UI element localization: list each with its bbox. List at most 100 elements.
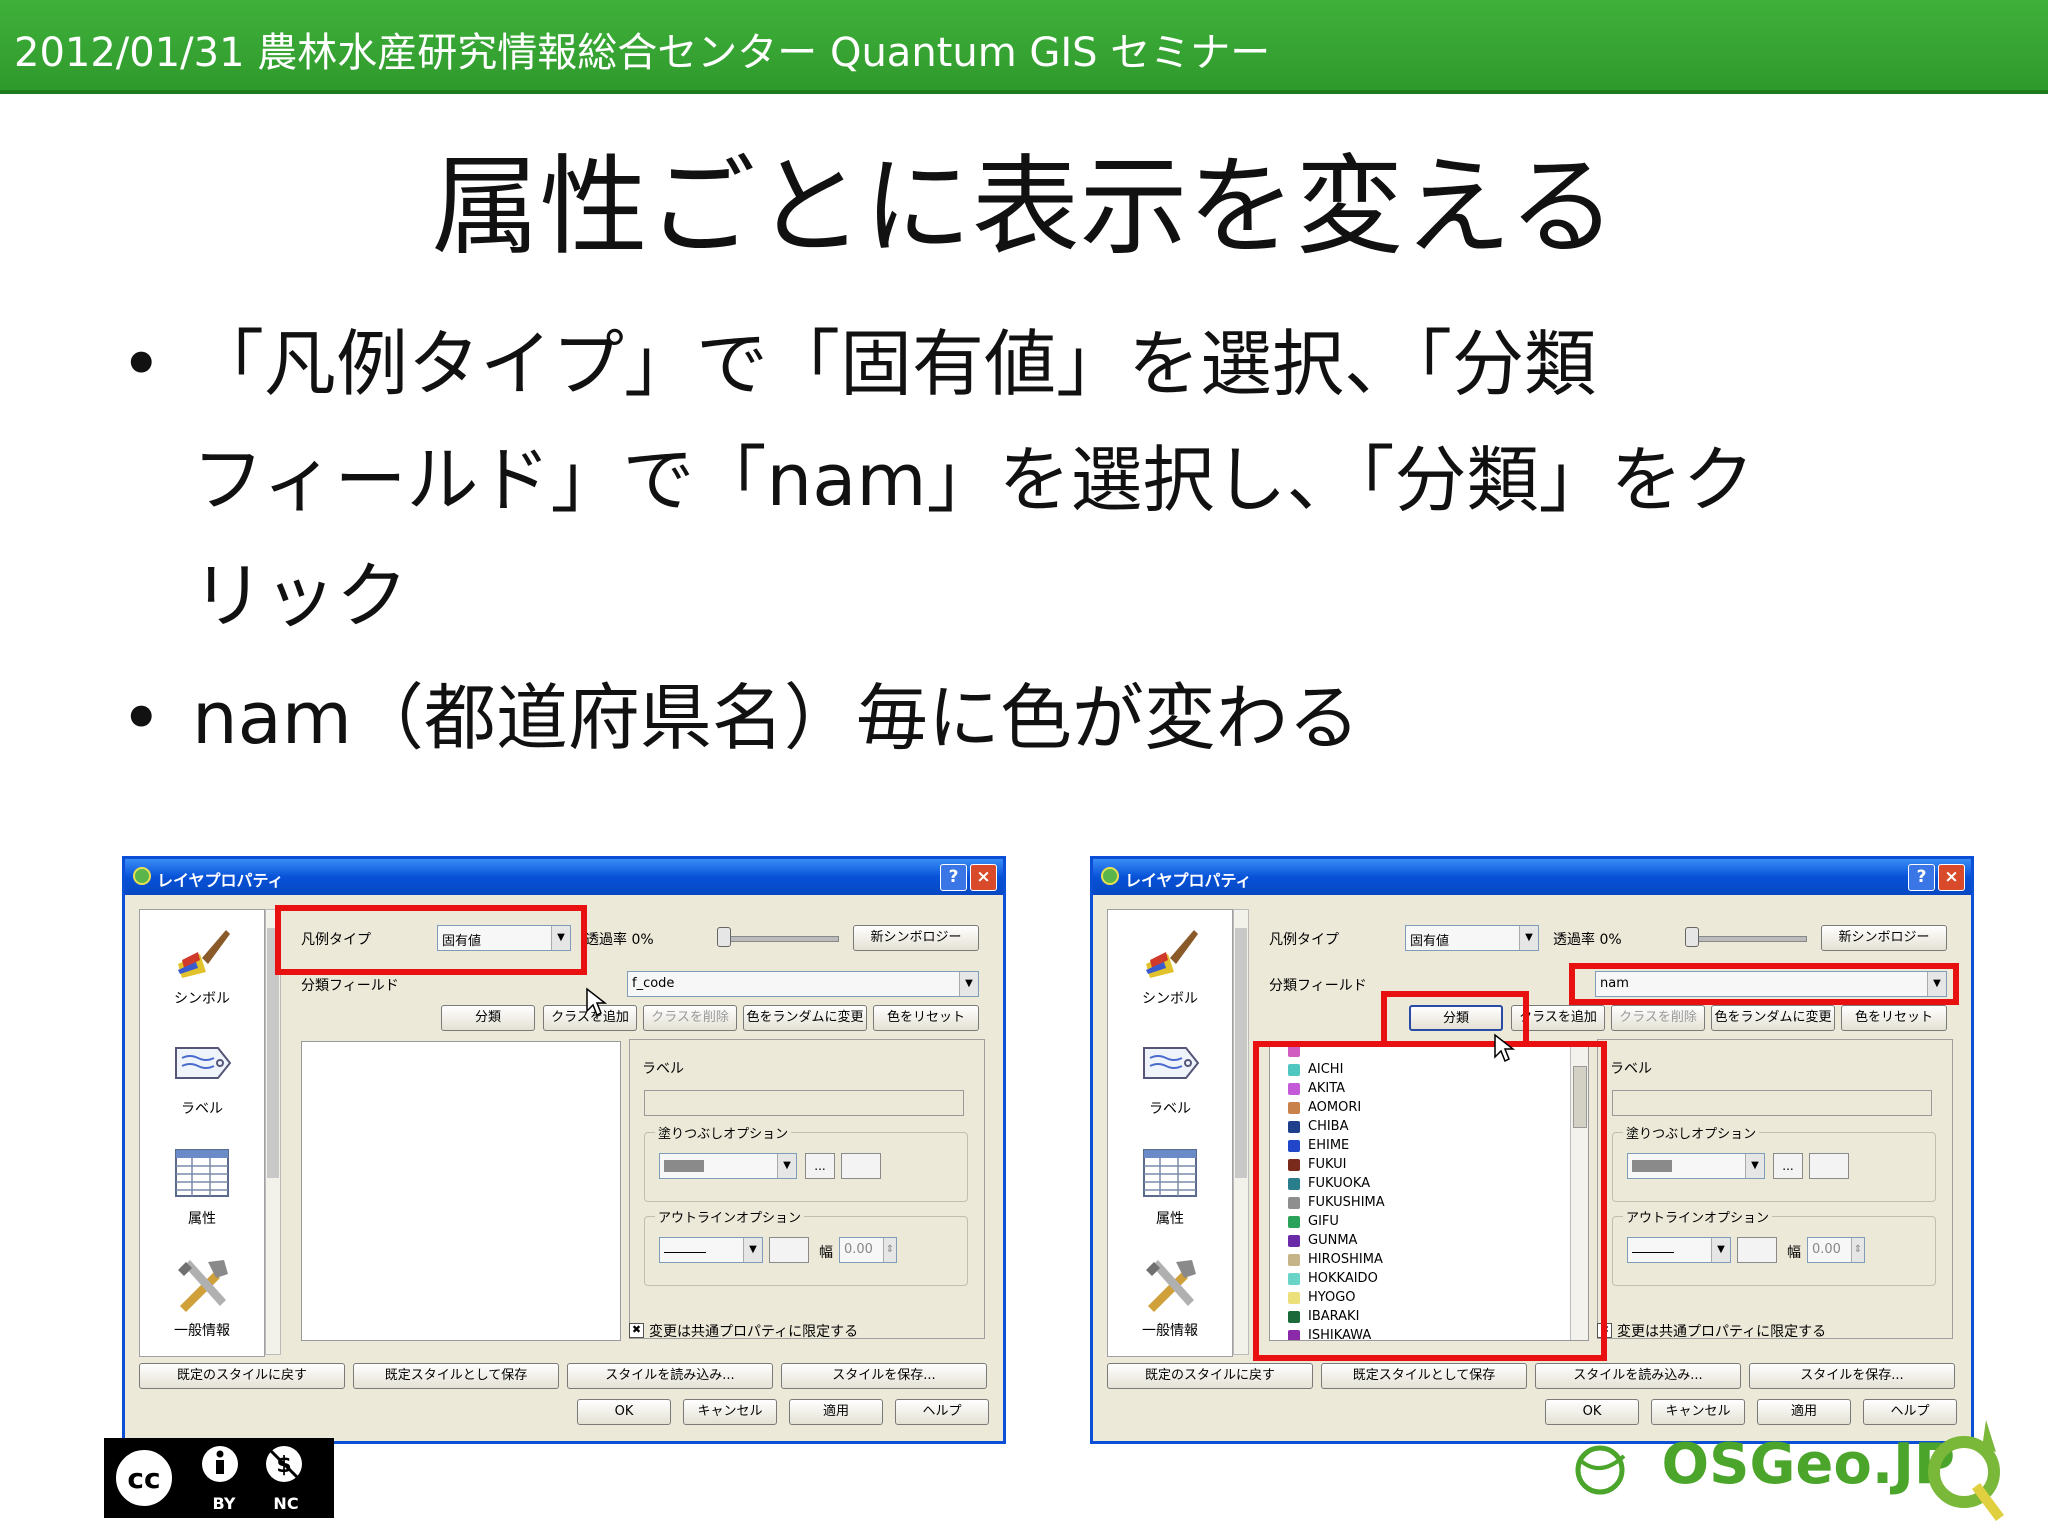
sidebar-label: ラベル	[1149, 1101, 1191, 1117]
save-style-button[interactable]: スタイルを保存...	[1749, 1363, 1955, 1389]
highlight-class-list	[1253, 1041, 1607, 1361]
layer-properties-dialog-left: レイヤプロパティ ? × シンボル ラベル 属性 一般情報 凡例タイプ 固有値 …	[122, 856, 1006, 1444]
apply-button[interactable]: 適用	[789, 1399, 883, 1425]
slide-header-bar: 2012/01/31 農林水産研究情報総合センター Quantum GIS セミ…	[0, 0, 2048, 94]
legend-type-value: 固有値	[1410, 934, 1450, 949]
dialog-title: レイヤプロパティ	[1125, 871, 1252, 890]
sidebar-item-attributes[interactable]: 属性	[1108, 1130, 1232, 1230]
spin-arrows-icon[interactable]: ⇕	[883, 1238, 896, 1262]
classify-button[interactable]: 分類	[441, 1005, 535, 1031]
new-symbology-button[interactable]: 新シンボロジー	[853, 925, 979, 951]
width-spinbox[interactable]: 0.00 ⇕	[839, 1237, 897, 1263]
fill-color-swatch[interactable]	[1809, 1153, 1849, 1179]
outline-options-group: アウトラインオプション ▼ 幅 0.00 ⇕	[1612, 1207, 1936, 1286]
slider-handle[interactable]	[717, 927, 731, 947]
creative-commons-badge: cc $ BY NC	[104, 1438, 334, 1518]
table-icon	[1143, 1149, 1197, 1197]
tools-icon	[178, 1260, 228, 1312]
label-tag-icon	[175, 1047, 232, 1079]
sidebar-label: ラベル	[181, 1101, 223, 1117]
spin-arrows-icon[interactable]: ⇕	[1851, 1238, 1864, 1262]
noncommercial-icon: $	[266, 1446, 302, 1482]
label-heading: ラベル	[1610, 1061, 1652, 1077]
help-button[interactable]: ?	[1908, 864, 1935, 891]
class-properties-panel: ラベル 塗りつぶしオプション ▼ ... アウトラインオプション ▼ 幅 0.0…	[1597, 1039, 1953, 1339]
slider-handle[interactable]	[1685, 927, 1699, 947]
sidebar-item-label[interactable]: ラベル	[140, 1020, 264, 1120]
bullet-1-line1: 「凡例タイプ」で「固有値」を選択、「分類	[192, 322, 1597, 406]
reset-color-button[interactable]: 色をリセット	[1841, 1005, 1947, 1031]
apply-button[interactable]: 適用	[1757, 1399, 1851, 1425]
bullet-dot: •	[120, 322, 163, 406]
outline-style-select[interactable]: ▼	[1627, 1237, 1731, 1263]
outline-color-swatch[interactable]	[769, 1237, 809, 1263]
label-field[interactable]	[1612, 1090, 1932, 1116]
dialog-help-button[interactable]: ヘルプ	[895, 1399, 989, 1425]
fill-color-button[interactable]: ...	[1773, 1153, 1803, 1179]
classify-field-select[interactable]: f_code ▼	[627, 971, 979, 997]
sidebar-scrollbar[interactable]	[1233, 909, 1249, 1355]
cancel-button[interactable]: キャンセル	[1651, 1399, 1745, 1425]
delete-class-button[interactable]: クラスを削除	[1611, 1005, 1705, 1031]
outline-options-title: アウトラインオプション	[1623, 1207, 1773, 1226]
chevron-down-icon: ▼	[743, 1238, 762, 1262]
qgis-icon	[133, 867, 151, 885]
cancel-button[interactable]: キャンセル	[683, 1399, 777, 1425]
close-button[interactable]: ×	[1938, 864, 1965, 891]
save-default-style-button[interactable]: 既定スタイルとして保存	[1321, 1363, 1527, 1389]
reset-color-button[interactable]: 色をリセット	[873, 1005, 979, 1031]
sidebar-scrollbar[interactable]	[265, 909, 281, 1355]
legend-type-select[interactable]: 固有値 ▼	[1405, 925, 1539, 951]
load-style-button[interactable]: スタイルを読み込み...	[1535, 1363, 1741, 1389]
save-default-style-button[interactable]: 既定スタイルとして保存	[353, 1363, 559, 1389]
load-style-button[interactable]: スタイルを読み込み...	[567, 1363, 773, 1389]
chevron-down-icon: ▼	[959, 972, 978, 996]
osgeo-globe-icon	[1575, 1445, 1626, 1495]
fill-color-button[interactable]: ...	[805, 1153, 835, 1179]
sidebar-item-label[interactable]: ラベル	[1108, 1020, 1232, 1120]
delete-class-button[interactable]: クラスを削除	[643, 1005, 737, 1031]
close-button[interactable]: ×	[970, 864, 997, 891]
highlight-legend-type	[275, 905, 587, 975]
width-spinbox[interactable]: 0.00 ⇕	[1807, 1237, 1865, 1263]
bullet-2-line1: nam（都道府県名）毎に色が変わる	[192, 676, 1360, 760]
outline-style-select[interactable]: ▼	[659, 1237, 763, 1263]
fill-style-select[interactable]: ▼	[1627, 1153, 1765, 1179]
ok-button[interactable]: OK	[1545, 1399, 1639, 1425]
transparency-slider[interactable]	[1687, 936, 1807, 942]
classify-field-label: 分類フィールド	[301, 978, 399, 994]
dialog-title-bar[interactable]: レイヤプロパティ ? ×	[1093, 859, 1971, 895]
outline-options-group: アウトラインオプション ▼ 幅 0.00 ⇕	[644, 1207, 968, 1286]
shared-props-checkbox[interactable]: ✖	[629, 1323, 644, 1338]
sidebar-item-attributes[interactable]: 属性	[140, 1130, 264, 1230]
sidebar-item-general[interactable]: 一般情報	[140, 1242, 264, 1342]
fill-color-swatch[interactable]	[841, 1153, 881, 1179]
osgeo-logo-text: OSGeo.JP	[1661, 1432, 1956, 1497]
label-field[interactable]	[644, 1090, 964, 1116]
chevron-down-icon: ▼	[1711, 1238, 1730, 1262]
dialog-title-bar[interactable]: レイヤプロパティ ? ×	[125, 859, 1003, 895]
random-color-button[interactable]: 色をランダムに変更	[743, 1005, 867, 1031]
header-text: 2012/01/31 農林水産研究情報総合センター Quantum GIS セミ…	[14, 30, 1271, 76]
chevron-down-icon: ▼	[777, 1154, 796, 1178]
fill-options-group: 塗りつぶしオプション ▼ ...	[1612, 1123, 1936, 1202]
properties-sidebar: シンボル ラベル 属性 一般情報	[1107, 909, 1233, 1357]
new-symbology-button[interactable]: 新シンボロジー	[1821, 925, 1947, 951]
random-color-button[interactable]: 色をランダムに変更	[1711, 1005, 1835, 1031]
sidebar-item-general[interactable]: 一般情報	[1108, 1242, 1232, 1342]
classify-field-value: f_code	[632, 976, 675, 991]
transparency-slider[interactable]	[719, 936, 839, 942]
sidebar-item-symbol[interactable]: シンボル	[1108, 910, 1232, 1010]
restore-default-style-button[interactable]: 既定のスタイルに戻す	[139, 1363, 345, 1389]
sidebar-item-symbol[interactable]: シンボル	[140, 910, 264, 1010]
shared-props-label: 変更は共通プロパティに限定する	[649, 1324, 859, 1340]
class-list-empty[interactable]	[301, 1041, 621, 1341]
outline-color-swatch[interactable]	[1737, 1237, 1777, 1263]
fill-style-select[interactable]: ▼	[659, 1153, 797, 1179]
shared-props-label: 変更は共通プロパティに限定する	[1617, 1324, 1827, 1340]
help-button[interactable]: ?	[940, 864, 967, 891]
ok-button[interactable]: OK	[577, 1399, 671, 1425]
save-style-button[interactable]: スタイルを保存...	[781, 1363, 987, 1389]
restore-default-style-button[interactable]: 既定のスタイルに戻す	[1107, 1363, 1313, 1389]
highlight-classify-field	[1569, 963, 1959, 1005]
